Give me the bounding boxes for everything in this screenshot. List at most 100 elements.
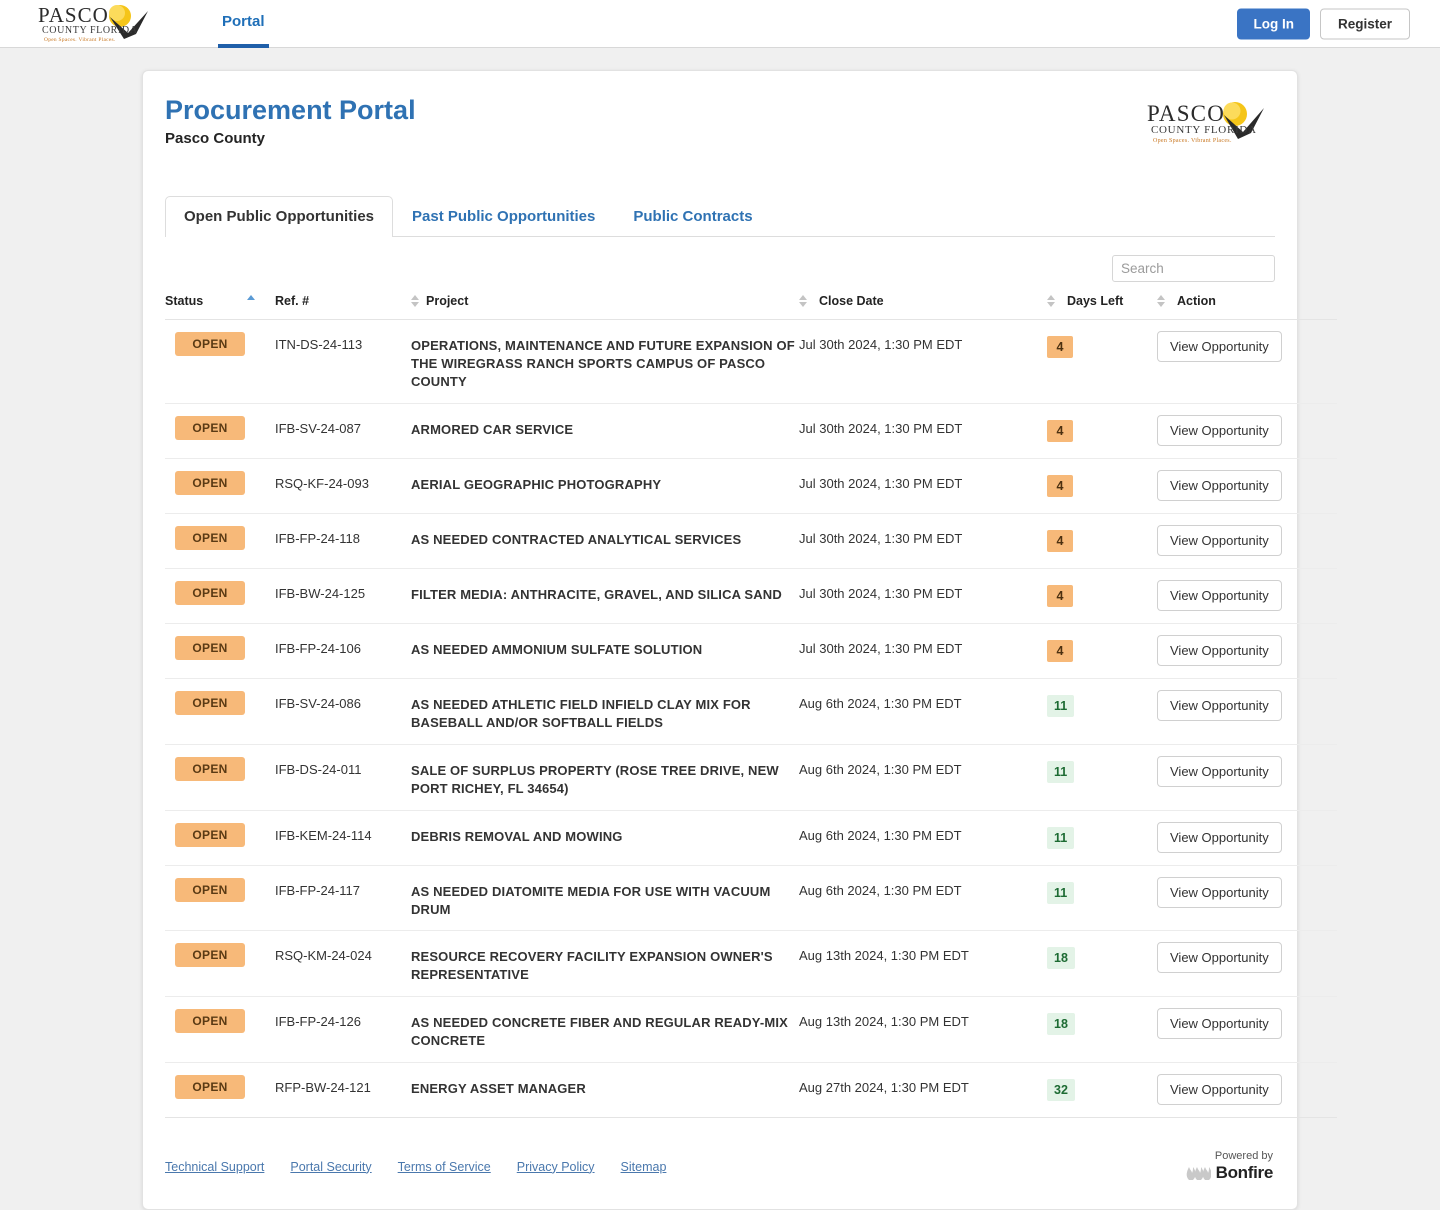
column-label-close-date: Close Date — [819, 294, 884, 308]
tab-past-public-opportunities[interactable]: Past Public Opportunities — [393, 196, 614, 236]
cell-project: AERIAL GEOGRAPHIC PHOTOGRAPHY — [411, 458, 799, 514]
cell-status: OPEN — [165, 403, 275, 459]
column-header-project[interactable]: Project — [411, 288, 799, 320]
sort-toggle-action[interactable] — [1157, 288, 1177, 320]
sort-icon — [1157, 294, 1166, 308]
view-opportunity-button[interactable]: View Opportunity — [1157, 414, 1282, 446]
cell-close-date: Jul 30th 2024, 1:30 PM EDT — [799, 568, 1047, 624]
cell-ref: IFB-FP-24-118 — [275, 513, 411, 569]
cell-days-left: 11 — [1047, 744, 1157, 811]
cell-project: AS NEEDED AMMONIUM SULFATE SOLUTION — [411, 623, 799, 679]
view-opportunity-button[interactable]: View Opportunity — [1157, 876, 1282, 908]
cell-project: FILTER MEDIA: ANTHRACITE, GRAVEL, AND SI… — [411, 568, 799, 624]
days-left-badge: 11 — [1047, 760, 1075, 783]
cell-close-date: Aug 6th 2024, 1:30 PM EDT — [799, 744, 1047, 811]
view-opportunity-button[interactable]: View Opportunity — [1157, 579, 1282, 611]
cell-status: OPEN — [165, 319, 275, 404]
cell-project: AS NEEDED ATHLETIC FIELD INFIELD CLAY MI… — [411, 678, 799, 745]
view-opportunity-button[interactable]: View Opportunity — [1157, 331, 1282, 362]
days-left-badge: 11 — [1047, 694, 1075, 717]
days-left-badge: 4 — [1047, 474, 1073, 497]
column-header-status[interactable]: Status — [165, 288, 247, 320]
pasco-county-logo[interactable]: PASCO COUNTY FLORIDA Open Spaces. Vibran… — [36, 3, 156, 45]
sort-toggle-status[interactable] — [247, 288, 275, 320]
status-badge: OPEN — [175, 470, 245, 495]
view-opportunity-button[interactable]: View Opportunity — [1157, 524, 1282, 556]
sort-toggle-days-left[interactable] — [1047, 288, 1067, 320]
table-row: OPEN IFB-SV-24-086 AS NEEDED ATHLETIC FIEL… — [165, 678, 1337, 745]
view-opportunity-button[interactable]: View Opportunity — [1157, 821, 1282, 853]
status-badge: OPEN — [175, 877, 245, 902]
days-left-badge: 4 — [1047, 639, 1073, 662]
cell-project: DEBRIS REMOVAL AND MOWING — [411, 810, 799, 866]
cell-status: OPEN — [165, 810, 275, 866]
cell-close-date: Aug 13th 2024, 1:30 PM EDT — [799, 996, 1047, 1064]
cell-close-date: Aug 6th 2024, 1:30 PM EDT — [799, 678, 1047, 745]
cell-action: View Opportunity — [1157, 1062, 1337, 1119]
cell-status: OPEN — [165, 458, 275, 514]
opportunities-table: Status Ref. # Project Close Date Days Le… — [165, 288, 1337, 1119]
footer-link-terms-of-service[interactable]: Terms of Service — [398, 1160, 491, 1174]
cell-days-left: 4 — [1047, 403, 1157, 459]
view-opportunity-button[interactable]: View Opportunity — [1157, 634, 1282, 666]
cell-status: OPEN — [165, 513, 275, 569]
cell-project: AS NEEDED DIATOMITE MEDIA FOR USE WITH V… — [411, 865, 799, 932]
status-badge: OPEN — [175, 525, 245, 550]
cell-action: View Opportunity — [1157, 810, 1337, 866]
column-header-days-left[interactable]: Days Left — [1067, 288, 1157, 320]
cell-close-date: Aug 6th 2024, 1:30 PM EDT — [799, 865, 1047, 932]
card-pasco-logo: PASCO COUNTY FLORIDA Open Spaces. Vibran… — [1143, 99, 1271, 147]
cell-action: View Opportunity — [1157, 319, 1337, 404]
nav-item-portal[interactable]: Portal — [218, 0, 269, 48]
cell-days-left: 11 — [1047, 678, 1157, 745]
view-opportunity-button[interactable]: View Opportunity — [1157, 942, 1282, 974]
column-label-project: Project — [426, 294, 469, 308]
cell-close-date: Aug 13th 2024, 1:30 PM EDT — [799, 930, 1047, 998]
sort-toggle-close-date[interactable] — [799, 288, 819, 320]
procurement-portal-card: Procurement Portal Pasco County PASCO CO… — [142, 70, 1337, 1210]
cell-status: OPEN — [165, 996, 275, 1064]
cell-ref: IFB-FP-24-126 — [275, 996, 411, 1064]
cell-action: View Opportunity — [1157, 744, 1337, 811]
column-label-action: Action — [1177, 294, 1216, 308]
days-left-badge: 11 — [1047, 826, 1075, 849]
cell-status: OPEN — [165, 568, 275, 624]
days-left-badge: 4 — [1047, 584, 1073, 607]
days-left-badge: 4 — [1047, 419, 1073, 442]
status-badge: OPEN — [175, 635, 245, 660]
view-opportunity-button[interactable]: View Opportunity — [1157, 1074, 1282, 1106]
cell-action: View Opportunity — [1157, 865, 1337, 932]
column-header-close-date[interactable]: Close Date — [819, 288, 1047, 320]
view-opportunity-button[interactable]: View Opportunity — [1157, 1008, 1282, 1040]
column-header-ref[interactable]: Ref. # — [275, 288, 411, 320]
card-footer: Technical Support Portal Security Terms … — [165, 1118, 1275, 1209]
svg-text:COUNTY FLORIDA: COUNTY FLORIDA — [1151, 124, 1257, 136]
table-row: OPEN RSQ-KF-24-093 AERIAL GEOGRAPHIC PHOTO… — [165, 458, 1337, 514]
page-title: Procurement Portal — [165, 95, 416, 125]
cell-project: SALE OF SURPLUS PROPERTY (ROSE TREE DRIV… — [411, 744, 799, 811]
footer-link-sitemap[interactable]: Sitemap — [621, 1160, 667, 1174]
days-left-badge: 11 — [1047, 881, 1075, 904]
cell-action: View Opportunity — [1157, 513, 1337, 569]
register-button[interactable]: Register — [1319, 8, 1410, 39]
powered-by-bonfire: Powered by Bonfire — [1185, 1150, 1273, 1183]
sort-icon — [799, 294, 808, 308]
footer-link-technical-support[interactable]: Technical Support — [165, 1160, 264, 1174]
footer-links: Technical Support Portal Security Terms … — [165, 1160, 666, 1174]
cell-days-left: 32 — [1047, 1062, 1157, 1119]
view-opportunity-button[interactable]: View Opportunity — [1157, 469, 1282, 501]
status-badge: OPEN — [175, 943, 245, 968]
log-in-button[interactable]: Log In — [1237, 8, 1310, 39]
bonfire-brand: Bonfire — [1185, 1163, 1273, 1183]
view-opportunity-button[interactable]: View Opportunity — [1157, 689, 1282, 721]
search-input[interactable] — [1112, 255, 1275, 282]
footer-link-privacy-policy[interactable]: Privacy Policy — [517, 1160, 595, 1174]
tab-public-contracts[interactable]: Public Contracts — [614, 196, 771, 236]
tab-open-public-opportunities[interactable]: Open Public Opportunities — [165, 196, 394, 237]
footer-link-portal-security[interactable]: Portal Security — [290, 1160, 371, 1174]
view-opportunity-button[interactable]: View Opportunity — [1157, 755, 1282, 787]
page-body: Procurement Portal Pasco County PASCO CO… — [0, 48, 1440, 1210]
cell-close-date: Jul 30th 2024, 1:30 PM EDT — [799, 403, 1047, 459]
days-left-badge: 4 — [1047, 529, 1073, 552]
search-row — [165, 237, 1275, 288]
